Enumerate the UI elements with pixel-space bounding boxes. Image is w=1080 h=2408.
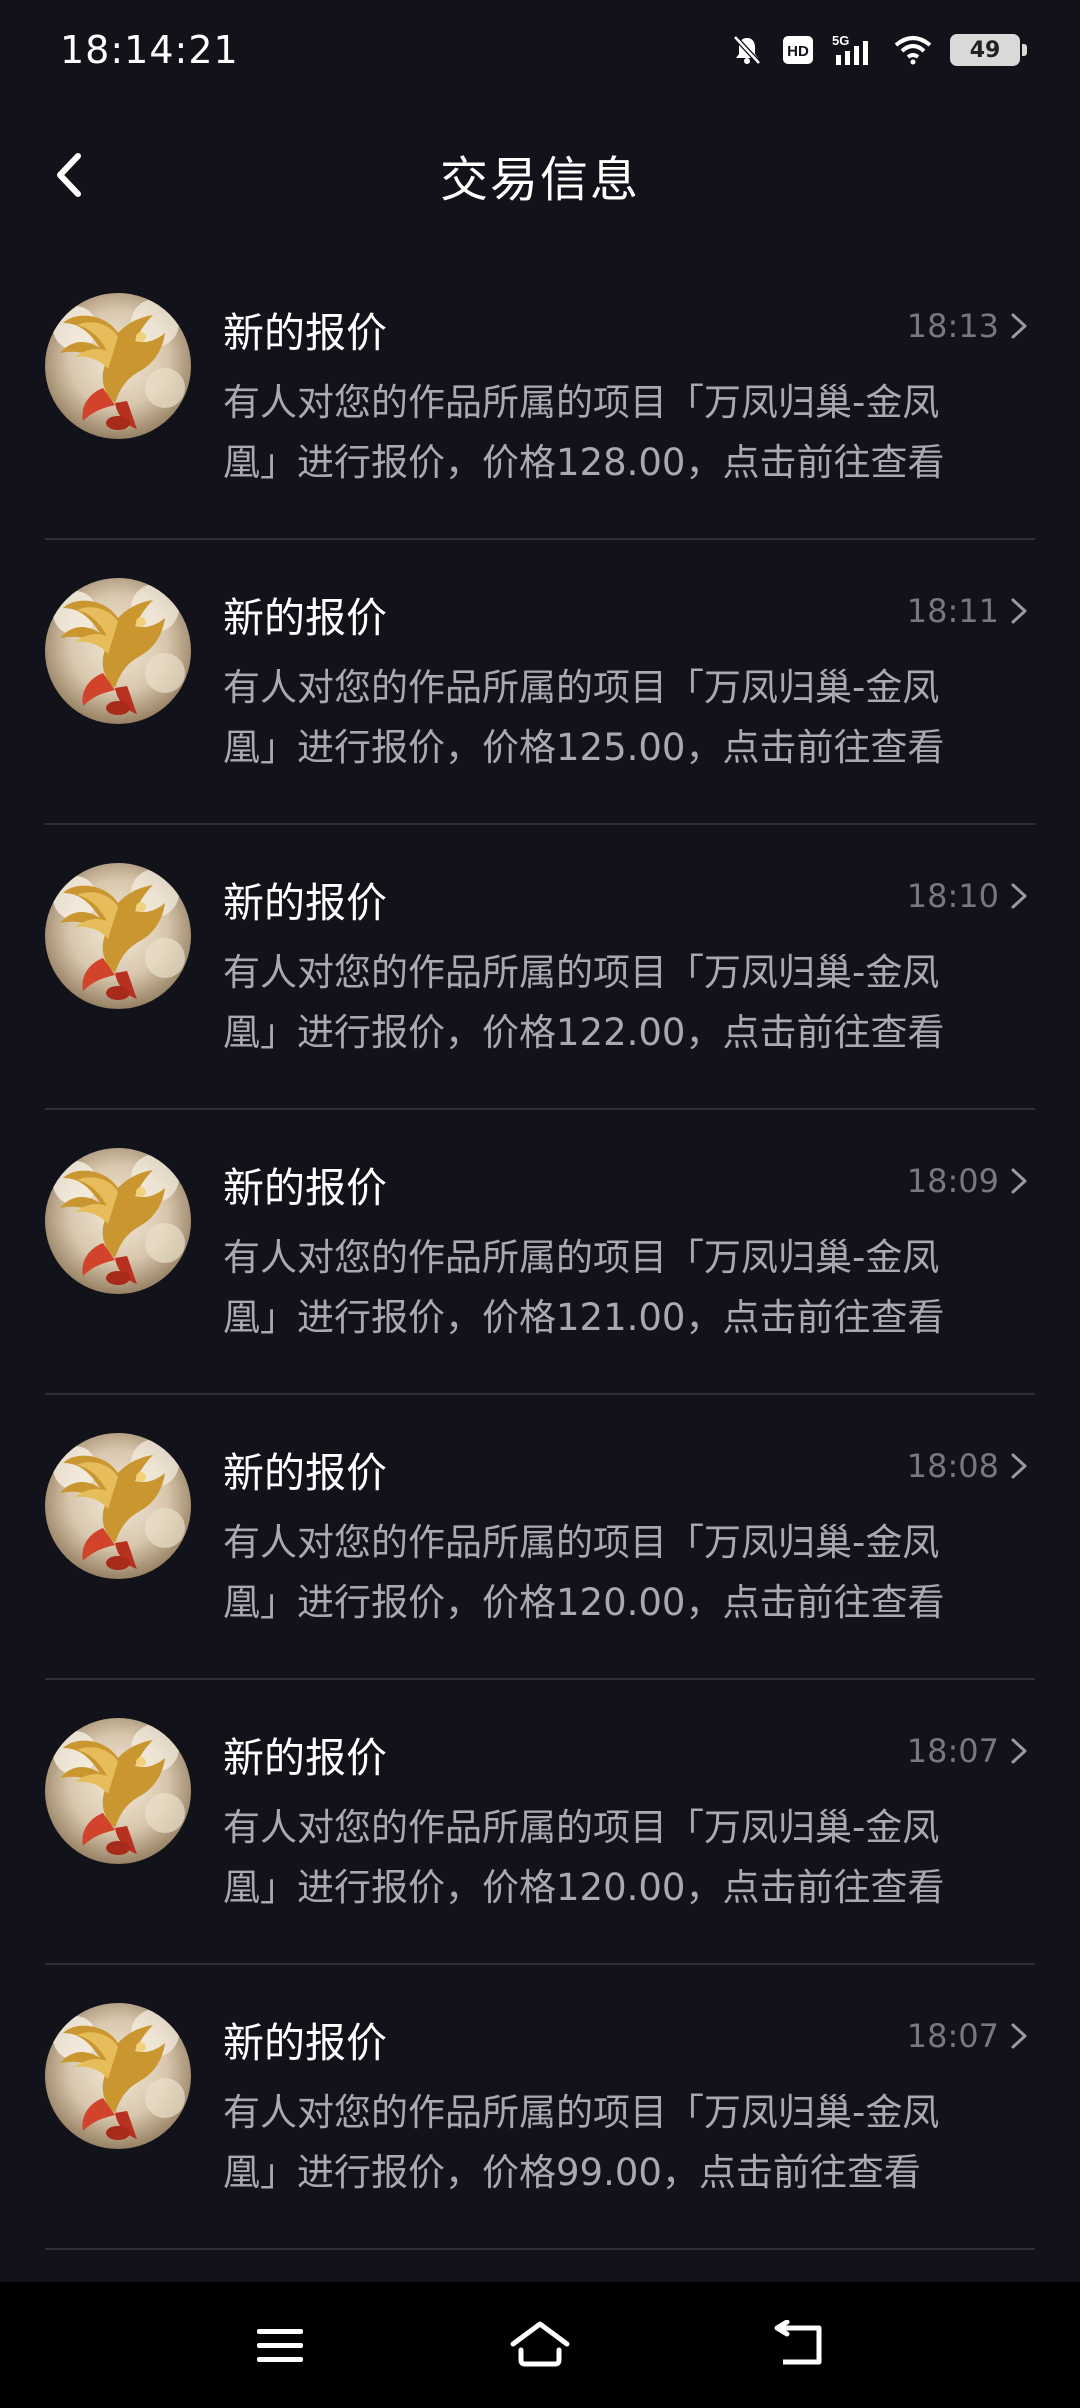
message-time: 18:07 xyxy=(906,1732,999,1770)
message-body-line: 凰」进行报价，价格120.00，点击前往查看 xyxy=(223,1866,945,1909)
chevron-left-icon xyxy=(57,153,81,197)
back-button[interactable] xyxy=(30,135,110,215)
phoenix-icon xyxy=(53,869,185,1000)
message-body: 有人对您的作品所属的项目「万凤归巢-金凤 凰」进行报价，价格128.00，点击前… xyxy=(223,373,1043,493)
home-icon xyxy=(510,2321,570,2367)
message-title: 新的报价 xyxy=(223,309,387,357)
message-item[interactable]: 新的报价 18:07 有人对您的作品所属的项目「万凤归巢-金凤 凰」进行报价，价… xyxy=(45,1680,1035,1965)
message-body-line: 有人对您的作品所属的项目「万凤归巢-金凤 xyxy=(223,666,940,709)
home-button[interactable] xyxy=(505,2310,575,2380)
message-body: 有人对您的作品所属的项目「万凤归巢-金凤 凰」进行报价，价格120.00，点击前… xyxy=(223,1798,1043,1918)
message-body: 有人对您的作品所属的项目「万凤归巢-金凤 凰」进行报价，价格122.00，点击前… xyxy=(223,943,1043,1063)
message-body-line: 凰」进行报价，价格125.00，点击前往查看 xyxy=(223,726,945,769)
message-body-line: 有人对您的作品所属的项目「万凤归巢-金凤 xyxy=(223,381,940,424)
battery-icon: 49 xyxy=(950,34,1027,66)
avatar xyxy=(45,863,191,1009)
phoenix-icon xyxy=(53,2009,185,2140)
chevron-right-icon xyxy=(1011,883,1027,909)
message-list: 新的报价 18:13 有人对您的作品所属的项目「万凤归巢-金凤 凰」进行报价，价… xyxy=(0,255,1080,2250)
phoenix-icon xyxy=(53,1154,185,1285)
chevron-right-icon xyxy=(1011,2023,1027,2049)
page-title: 交易信息 xyxy=(439,152,640,208)
menu-button[interactable] xyxy=(245,2310,315,2380)
message-item[interactable]: 新的报价 18:11 有人对您的作品所属的项目「万凤归巢-金凤 凰」进行报价，价… xyxy=(45,540,1035,825)
wifi-icon xyxy=(894,35,932,65)
message-time: 18:13 xyxy=(906,307,999,345)
phoenix-icon xyxy=(53,299,185,430)
message-title: 新的报价 xyxy=(223,594,387,642)
navigation-bar xyxy=(0,2282,1080,2408)
message-item[interactable]: 新的报价 18:09 有人对您的作品所属的项目「万凤归巢-金凤 凰」进行报价，价… xyxy=(45,1110,1035,1395)
message-body: 有人对您的作品所属的项目「万凤归巢-金凤 凰」进行报价，价格120.00，点击前… xyxy=(223,1513,1043,1633)
message-time: 18:10 xyxy=(906,877,999,915)
5g-signal-icon: 5G xyxy=(832,33,876,67)
back-icon xyxy=(774,2320,822,2365)
message-item[interactable]: 新的报价 18:10 有人对您的作品所属的项目「万凤归巢-金凤 凰」进行报价，价… xyxy=(45,825,1035,1110)
message-time: 18:08 xyxy=(906,1447,999,1485)
menu-icon xyxy=(257,2329,303,2362)
hd-icon: HD xyxy=(782,35,814,65)
avatar xyxy=(45,1718,191,1864)
status-icons: HD 5G 49 xyxy=(730,33,1027,67)
message-body: 有人对您的作品所属的项目「万凤归巢-金凤 凰」进行报价，价格121.00，点击前… xyxy=(223,1228,1043,1348)
phoenix-icon xyxy=(53,1439,185,1570)
message-body-line: 有人对您的作品所属的项目「万凤归巢-金凤 xyxy=(223,1236,940,1279)
message-title: 新的报价 xyxy=(223,1449,387,1497)
avatar xyxy=(45,1148,191,1294)
phoenix-icon xyxy=(53,1724,185,1855)
message-title: 新的报价 xyxy=(223,1164,387,1212)
screen: 18:14:21 HD 5G 49 交易信息 新的报价 18:13 有人对您的作… xyxy=(0,0,1080,2408)
message-title: 新的报价 xyxy=(223,2019,387,2067)
chevron-right-icon xyxy=(1011,1168,1027,1194)
phoenix-icon xyxy=(53,584,185,715)
avatar xyxy=(45,293,191,439)
chevron-right-icon xyxy=(1011,1453,1027,1479)
message-body-line: 有人对您的作品所属的项目「万凤归巢-金凤 xyxy=(223,1521,940,1564)
system-back-button[interactable] xyxy=(765,2310,835,2380)
message-item[interactable]: 新的报价 18:13 有人对您的作品所属的项目「万凤归巢-金凤 凰」进行报价，价… xyxy=(45,255,1035,540)
chevron-right-icon xyxy=(1011,1738,1027,1764)
message-body: 有人对您的作品所属的项目「万凤归巢-金凤 凰」进行报价，价格125.00，点击前… xyxy=(223,658,1043,778)
message-item[interactable]: 新的报价 18:07 有人对您的作品所属的项目「万凤归巢-金凤 凰」进行报价，价… xyxy=(45,1965,1035,2250)
avatar xyxy=(45,578,191,724)
message-body-line: 有人对您的作品所属的项目「万凤归巢-金凤 xyxy=(223,1806,940,1849)
message-item[interactable]: 新的报价 18:08 有人对您的作品所属的项目「万凤归巢-金凤 凰」进行报价，价… xyxy=(45,1395,1035,1680)
message-body-line: 凰」进行报价，价格120.00，点击前往查看 xyxy=(223,1581,945,1624)
message-body-line: 有人对您的作品所属的项目「万凤归巢-金凤 xyxy=(223,951,940,994)
message-body-line: 凰」进行报价，价格128.00，点击前往查看 xyxy=(223,441,945,484)
status-bar: 18:14:21 HD 5G 49 xyxy=(0,0,1080,100)
message-title: 新的报价 xyxy=(223,1734,387,1782)
message-body-line: 凰」进行报价，价格122.00，点击前往查看 xyxy=(223,1011,945,1054)
message-body: 有人对您的作品所属的项目「万凤归巢-金凤 凰」进行报价，价格99.00，点击前往… xyxy=(223,2083,1043,2203)
message-body-line: 有人对您的作品所属的项目「万凤归巢-金凤 xyxy=(223,2091,940,2134)
avatar xyxy=(45,1433,191,1579)
message-time: 18:11 xyxy=(906,592,999,630)
svg-text:HD: HD xyxy=(787,43,809,60)
message-time: 18:09 xyxy=(906,1162,999,1200)
status-time: 18:14:21 xyxy=(60,28,239,72)
svg-text:5G: 5G xyxy=(832,33,849,48)
message-body-line: 凰」进行报价，价格99.00，点击前往查看 xyxy=(223,2151,921,2194)
chevron-right-icon xyxy=(1011,598,1027,624)
message-time: 18:07 xyxy=(906,2017,999,2055)
mute-icon xyxy=(730,33,764,67)
message-title: 新的报价 xyxy=(223,879,387,927)
message-body-line: 凰」进行报价，价格121.00，点击前往查看 xyxy=(223,1296,945,1339)
chevron-right-icon xyxy=(1011,313,1027,339)
avatar xyxy=(45,2003,191,2149)
header: 交易信息 xyxy=(0,110,1080,240)
